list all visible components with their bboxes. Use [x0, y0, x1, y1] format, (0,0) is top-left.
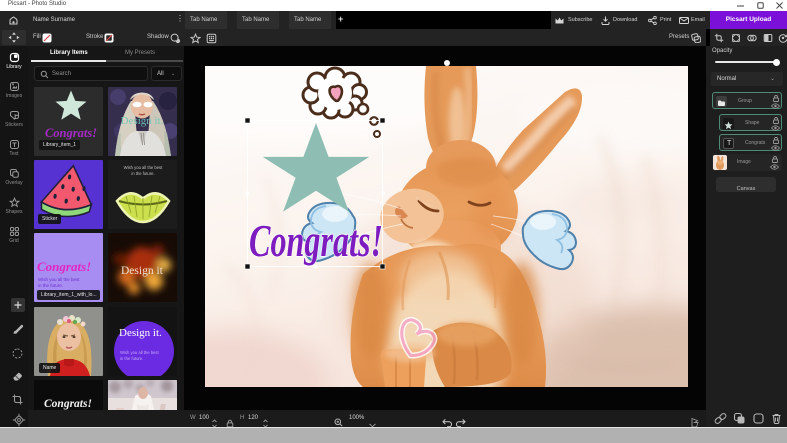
svg-text:Design it: Design it: [121, 265, 164, 277]
svg-text:Wish you all the best: Wish you all the best: [124, 165, 163, 170]
svg-text:Wish you all the best: Wish you all the best: [38, 277, 80, 282]
svg-text:Design it.: Design it.: [119, 327, 162, 339]
svg-text:in the future.: in the future.: [120, 356, 143, 361]
svg-text:Design it.: Design it.: [121, 115, 164, 127]
svg-text:in the future.: in the future.: [131, 171, 154, 176]
svg-text:Congrats!: Congrats!: [37, 259, 91, 274]
svg-text:Congrats!: Congrats!: [44, 398, 92, 410]
svg-text:Congrats!: Congrats!: [45, 126, 97, 140]
svg-text:Wish you all the best: Wish you all the best: [120, 350, 159, 355]
svg-text:in the future.: in the future.: [38, 283, 63, 288]
svg-text:Congrats!: Congrats!: [249, 215, 383, 266]
